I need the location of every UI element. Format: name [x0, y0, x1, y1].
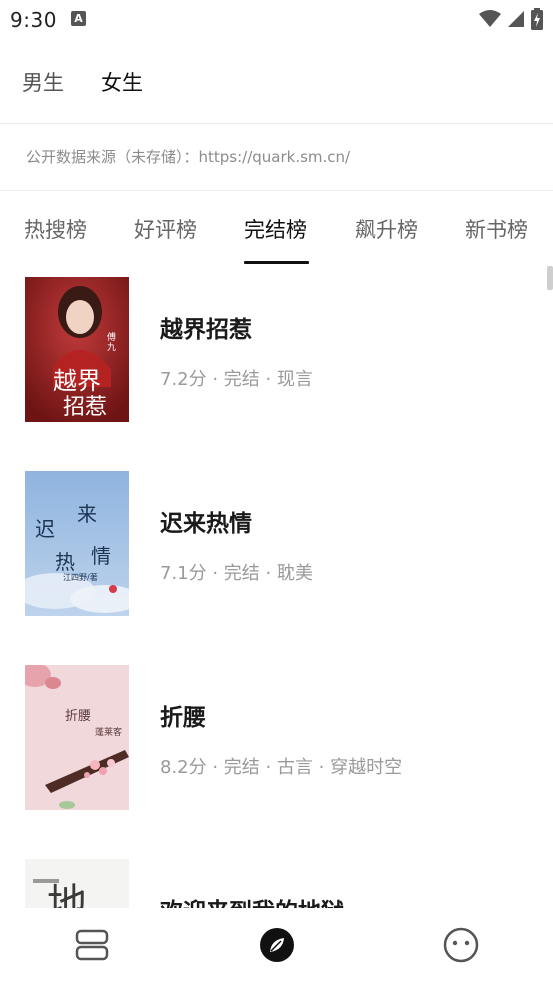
svg-text:来: 来 [77, 502, 97, 526]
list-item[interactable]: 越界 招惹 傅九 越界招惹 7.2分 · 完结 · 现言 [0, 266, 553, 446]
list-item[interactable]: 迟 来 热 情 江四野/著 迟来热情 7.1分 · 完结 · 耽美 [0, 460, 553, 640]
battery-icon [531, 8, 543, 30]
book-cover[interactable]: 越界 招惹 傅九 [25, 277, 129, 422]
svg-text:地: 地 [47, 881, 87, 908]
book-cover[interactable]: 迟 来 热 情 江四野/著 [25, 471, 129, 616]
tab-male[interactable]: 男生 [22, 67, 64, 97]
book-meta: 7.1分 · 完结 · 耽美 [160, 563, 313, 584]
signal-icon [508, 11, 524, 27]
book-title[interactable]: 越界招惹 [160, 310, 252, 344]
bookshelf-icon [75, 929, 109, 961]
profile-button[interactable] [441, 925, 481, 965]
face-icon [443, 927, 479, 963]
svg-text:情: 情 [91, 544, 111, 568]
tab-new-books[interactable]: 新书榜 [465, 214, 528, 244]
tab-top-rated[interactable]: 好评榜 [134, 214, 197, 244]
list-item[interactable]: 折腰 蓬莱客 折腰 8.2分 · 完结 · 古言 · 穿越时空 [0, 654, 553, 834]
tab-completed[interactable]: 完结榜 [244, 214, 307, 244]
discover-button[interactable] [257, 925, 297, 965]
scrollbar-thumb[interactable] [547, 266, 553, 290]
status-bar: 9:30 A [0, 0, 553, 40]
divider [0, 123, 553, 124]
gender-tabs: 男生 女生 [0, 50, 553, 110]
book-meta: 7.2分 · 完结 · 现言 [160, 369, 313, 390]
svg-text:折腰: 折腰 [65, 709, 91, 724]
book-cover[interactable]: 折腰 蓬莱客 [25, 665, 129, 810]
compass-icon [260, 928, 294, 962]
status-time: 9:30 [10, 8, 57, 32]
cover-author: 傅九 [107, 333, 117, 353]
divider [0, 190, 553, 191]
svg-text:迟: 迟 [35, 517, 55, 541]
svg-text:热: 热 [55, 550, 75, 574]
active-tab-indicator [244, 261, 309, 264]
cover-author: 江四野/著 [63, 573, 98, 582]
bookshelf-button[interactable] [72, 925, 112, 965]
bottom-nav [0, 908, 553, 984]
tab-rising[interactable]: 飙升榜 [355, 214, 418, 244]
svg-text:招惹: 招惹 [63, 395, 107, 420]
notification-a-icon: A [71, 11, 86, 26]
book-title[interactable]: 折腰 [160, 698, 206, 732]
data-source-text: 公开数据来源（未存储）：https://quark.sm.cn/ [26, 148, 351, 166]
book-title[interactable]: 迟来热情 [160, 504, 252, 538]
rank-tabs: 热搜榜 好评榜 完结榜 飙升榜 新书榜 [0, 192, 553, 266]
book-meta: 8.2分 · 完结 · 古言 · 穿越时空 [160, 757, 403, 778]
tab-hot-search[interactable]: 热搜榜 [24, 214, 87, 244]
wifi-icon [479, 10, 501, 27]
book-list[interactable]: 越界 招惹 傅九 越界招惹 7.2分 · 完结 · 现言 迟 来 热 情 江四野… [0, 266, 553, 908]
svg-text:越界: 越界 [53, 367, 101, 395]
book-title[interactable]: 欢迎来到我的地狱 [160, 892, 344, 908]
status-icons [479, 8, 543, 30]
list-item[interactable]: 地 欢迎来到我的地狱 [0, 848, 553, 908]
cover-author: 蓬莱客 [95, 728, 123, 738]
book-cover[interactable]: 地 [25, 859, 129, 908]
tab-female[interactable]: 女生 [101, 67, 143, 97]
